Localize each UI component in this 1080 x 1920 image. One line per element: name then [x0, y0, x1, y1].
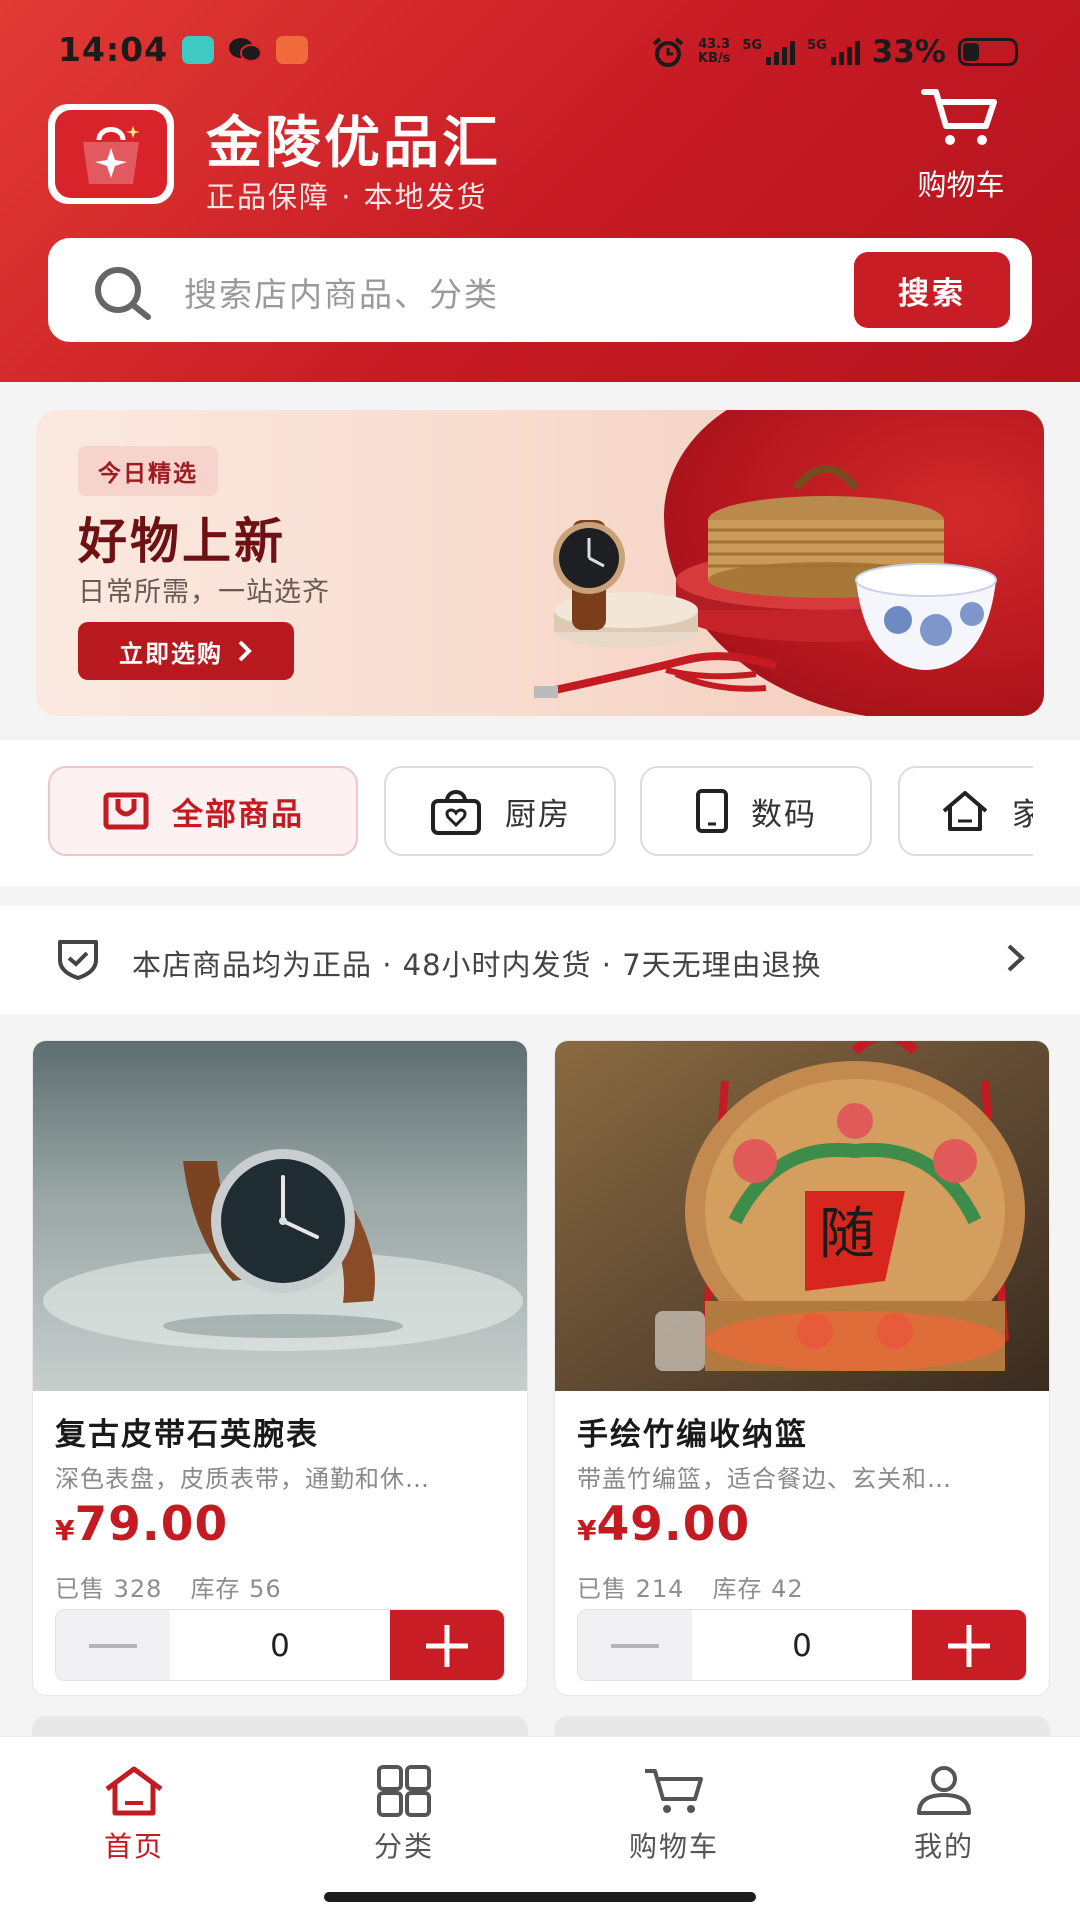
quantity-stepper: 0	[55, 1609, 505, 1681]
shopping-bag-heart-icon	[431, 790, 481, 835]
product-stock: 库存 42	[712, 1575, 804, 1603]
product-stock: 库存 56	[190, 1575, 282, 1603]
cart-icon	[921, 89, 997, 145]
header-cart-label: 购物车	[917, 168, 1005, 202]
promo-banner[interactable]: 今日精选 好物上新 日常所需，一站选齐 立即选购	[36, 410, 1044, 716]
search-bar[interactable]: 搜索店内商品、分类 搜索	[48, 238, 1032, 342]
grid-icon	[377, 1765, 431, 1817]
app-header: 14:04 43.3 KB/s 5G 5G 33% 金陵优品汇 正品保障 · 本…	[0, 0, 1080, 382]
product-image-watch[interactable]	[33, 1041, 527, 1391]
category-chip-label: 全部商品	[172, 796, 304, 833]
sim2-signal: 5G	[807, 39, 860, 65]
category-chip-digital[interactable]: 数码	[640, 766, 872, 856]
minus-icon	[89, 1644, 137, 1648]
banner-subtitle: 日常所需，一站选齐	[78, 577, 330, 608]
search-input[interactable]: 搜索店内商品、分类	[184, 268, 499, 316]
sim1-signal: 5G	[742, 39, 796, 65]
decrease-button[interactable]	[578, 1610, 692, 1680]
nav-category[interactable]: 分类	[314, 1763, 494, 1865]
status-bar: 14:04 43.3 KB/s 5G 5G 33%	[0, 30, 1080, 80]
banner-title: 好物上新	[78, 513, 287, 570]
chevron-right-icon	[238, 640, 252, 662]
decrease-button[interactable]	[56, 1610, 170, 1680]
basket-photo: 随	[555, 1041, 1049, 1391]
svg-text:随: 随	[819, 1202, 875, 1267]
category-chip-all[interactable]: 全部商品	[48, 766, 358, 856]
header-cart-button[interactable]: 购物车	[906, 86, 1016, 204]
product-sold: 已售 328	[55, 1575, 163, 1603]
bag-icon	[103, 792, 149, 830]
category-chip-home[interactable]: 家	[898, 766, 1033, 856]
cart-icon	[645, 1769, 703, 1813]
banner-products-image	[534, 465, 997, 698]
category-chips[interactable]: 全部商品 厨房 数码 家	[48, 766, 1033, 858]
nav-cart[interactable]: 购物车	[584, 1763, 764, 1865]
product-name[interactable]: 手绘竹编收纳篮	[577, 1409, 808, 1454]
product-price: ¥49.00	[577, 1497, 751, 1552]
nav-home[interactable]: 首页	[44, 1763, 224, 1865]
product-card[interactable]: 随 手绘竹编收纳篮 带盖竹编篮，适合餐边、玄关和… ¥49.00 已售 214 库…	[554, 1040, 1050, 1696]
quantity-value[interactable]: 0	[692, 1610, 912, 1680]
banner-cta-button[interactable]: 立即选购	[78, 622, 294, 680]
search-button[interactable]: 搜索	[854, 252, 1010, 328]
nav-cart-label: 购物车	[628, 1830, 719, 1863]
store-name: 金陵优品汇	[206, 111, 501, 176]
product-name[interactable]: 复古皮带石英腕表	[55, 1409, 319, 1454]
product-stats: 已售 328 库存 56	[55, 1569, 282, 1604]
category-chip-label: 数码	[751, 796, 817, 833]
category-chip-label: 厨房	[505, 796, 571, 833]
home-icon	[105, 1766, 163, 1816]
phone-icon	[696, 789, 728, 833]
battery-percent: 33%	[871, 34, 946, 70]
shopping-bag-star-icon	[83, 126, 140, 184]
nav-category-label: 分类	[373, 1830, 434, 1863]
alarm-icon	[652, 37, 684, 67]
nav-profile-label: 我的	[913, 1830, 974, 1863]
plus-icon	[426, 1625, 468, 1667]
increase-button[interactable]	[390, 1610, 504, 1680]
notification-app-icon	[276, 36, 308, 64]
increase-button[interactable]	[912, 1610, 1026, 1680]
shield-check-icon	[58, 940, 98, 980]
home-indicator[interactable]	[324, 1892, 756, 1902]
banner-cta-label: 立即选购	[119, 639, 223, 668]
product-description: 深色表盘，皮质表带，通勤和休…	[55, 1465, 430, 1493]
wechat-icon	[228, 36, 262, 64]
category-chip-label: 家	[1012, 796, 1033, 833]
minus-icon	[611, 1644, 659, 1648]
product-price: ¥79.00	[55, 1497, 229, 1552]
chevron-right-icon	[1007, 944, 1025, 972]
battery-icon	[958, 38, 1018, 66]
plus-icon	[948, 1625, 990, 1667]
product-description: 带盖竹编篮，适合餐边、玄关和…	[577, 1465, 952, 1493]
status-time: 14:04	[58, 30, 169, 69]
home-icon	[942, 791, 988, 831]
store-tagline: 正品保障 · 本地发货	[206, 180, 488, 214]
category-section: 全部商品 厨房 数码 家	[0, 740, 1080, 886]
product-stats: 已售 214 库存 42	[577, 1569, 804, 1604]
net-speed: 43.3 KB/s	[697, 37, 731, 66]
watch-photo	[33, 1041, 527, 1391]
product-sold: 已售 214	[577, 1575, 685, 1603]
store-logo	[48, 104, 174, 204]
product-image-basket[interactable]: 随	[555, 1041, 1049, 1391]
quantity-value[interactable]: 0	[170, 1610, 390, 1680]
banner-tag: 今日精选	[78, 446, 218, 496]
nav-profile[interactable]: 我的	[854, 1763, 1034, 1865]
category-chip-kitchen[interactable]: 厨房	[384, 766, 616, 856]
nav-home-label: 首页	[103, 1830, 164, 1863]
screen-app-icon	[182, 36, 214, 64]
guarantee-text: 本店商品均为正品 · 48小时内发货 · 7天无理由退换	[132, 948, 822, 982]
quantity-stepper: 0	[577, 1609, 1027, 1681]
status-indicators: 43.3 KB/s 5G 5G 33%	[650, 34, 1018, 70]
search-icon	[95, 267, 151, 320]
product-card[interactable]: 复古皮带石英腕表 深色表盘，皮质表带，通勤和休… ¥79.00 已售 328 库存…	[32, 1040, 528, 1696]
user-icon	[917, 1766, 971, 1815]
guarantee-bar[interactable]: 本店商品均为正品 · 48小时内发货 · 7天无理由退换	[0, 906, 1080, 1014]
